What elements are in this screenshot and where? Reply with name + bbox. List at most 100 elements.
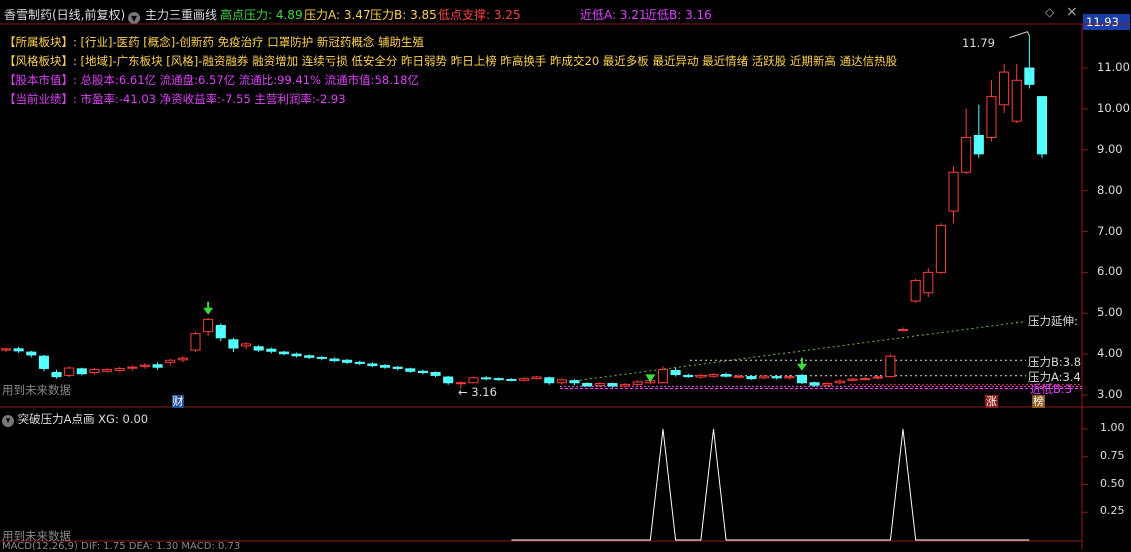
candle <box>733 374 744 379</box>
candle <box>822 382 833 387</box>
candle <box>139 363 151 369</box>
badge-cai[interactable]: 财 <box>172 395 184 408</box>
candle <box>89 368 100 375</box>
candle <box>64 366 75 378</box>
candle <box>999 63 1010 113</box>
candle <box>695 373 706 379</box>
candle <box>556 378 567 385</box>
candle <box>278 350 289 356</box>
candle <box>796 373 807 384</box>
candle <box>392 365 403 371</box>
candle <box>253 345 264 353</box>
candle <box>544 376 555 385</box>
candle <box>569 379 580 386</box>
subchart-tick: 1.00 <box>1100 421 1125 434</box>
kline-chart[interactable] <box>0 0 1131 550</box>
candle <box>683 373 694 378</box>
candle <box>203 317 214 336</box>
candle <box>367 362 378 368</box>
candle <box>241 341 252 350</box>
subchart-title[interactable]: ▾ 突破压力A点画 XG: 0.00 <box>2 411 148 427</box>
candle <box>481 376 492 381</box>
candle <box>0 347 12 353</box>
high-marker-arrow <box>1009 31 1030 39</box>
price-tick: 6.00 <box>1097 264 1123 279</box>
price-tick: 11.00 <box>1097 60 1130 74</box>
candle <box>177 356 188 363</box>
candle <box>291 352 302 358</box>
candle <box>51 369 62 379</box>
subchart-tick: 0.75 <box>1100 448 1125 462</box>
low-marker-label: ← 3.16 <box>458 385 497 399</box>
candle <box>1024 35 1035 89</box>
candle <box>708 372 719 378</box>
candle <box>493 377 504 381</box>
candle <box>518 377 530 382</box>
candle <box>885 354 896 378</box>
candle <box>1011 63 1022 124</box>
candle <box>973 104 984 158</box>
candle <box>935 223 946 275</box>
candle <box>215 323 226 342</box>
future-data-note: 用到未来数据 <box>2 383 71 397</box>
candle <box>379 363 391 369</box>
candle <box>670 368 681 377</box>
macd-line-text: MACD(12,26,9) DIF: 1.75 DEA: 1.30 MACD: … <box>2 541 241 552</box>
candle <box>632 380 643 386</box>
candle <box>354 360 365 366</box>
candle <box>152 362 163 370</box>
candle <box>834 379 845 385</box>
price-tick: 4.00 <box>1097 346 1123 361</box>
candle <box>847 377 858 382</box>
candle <box>127 365 138 371</box>
pressure-extend-label: 压力延伸: <box>1028 314 1078 328</box>
candle <box>657 366 669 384</box>
high-marker-label: 11.79 <box>962 36 995 50</box>
candle <box>897 327 909 332</box>
badge-bang[interactable]: 榜 <box>1032 395 1045 408</box>
pressure-b-line-label: 压力B:3.8 <box>1028 355 1082 369</box>
candle <box>923 268 934 297</box>
price-tick: 10.00 <box>1097 100 1130 115</box>
badge-zhang[interactable]: 涨 <box>985 395 998 408</box>
subchart-tick: 0.25 <box>1100 504 1125 518</box>
candle <box>417 369 428 375</box>
candle <box>468 376 479 384</box>
price-tick: 3.00 <box>1097 387 1123 401</box>
candle <box>316 356 327 361</box>
candle <box>266 347 277 354</box>
candle <box>1036 96 1048 158</box>
candle <box>26 350 37 358</box>
candle <box>430 371 441 378</box>
candle <box>114 367 125 372</box>
candle <box>506 378 517 382</box>
subchart-toggle-icon[interactable]: ▾ <box>2 415 14 427</box>
candle <box>443 375 454 385</box>
candle <box>771 374 782 380</box>
candle <box>961 108 972 175</box>
candle <box>721 372 732 378</box>
candle <box>13 346 24 353</box>
candle <box>102 368 113 373</box>
candle <box>228 337 239 353</box>
candle <box>190 331 201 353</box>
candle <box>76 367 87 376</box>
candle <box>329 357 340 363</box>
candle <box>746 375 757 380</box>
candle <box>38 354 49 372</box>
price-tick: 5.00 <box>1097 305 1123 320</box>
candle <box>304 354 315 360</box>
candle <box>405 367 416 373</box>
candle <box>948 166 959 224</box>
candle <box>531 375 542 380</box>
candle <box>860 377 871 381</box>
signal-line <box>511 428 1030 541</box>
signal-arrow-icon <box>203 301 214 315</box>
price-tick: 9.00 <box>1097 141 1123 156</box>
price-tick: 8.00 <box>1097 182 1123 197</box>
pressure-extend-line <box>559 320 1027 384</box>
candle <box>342 359 353 364</box>
subchart-tick: 0.50 <box>1100 476 1125 490</box>
signal-arrow-icon <box>796 357 807 371</box>
candle <box>986 80 997 142</box>
